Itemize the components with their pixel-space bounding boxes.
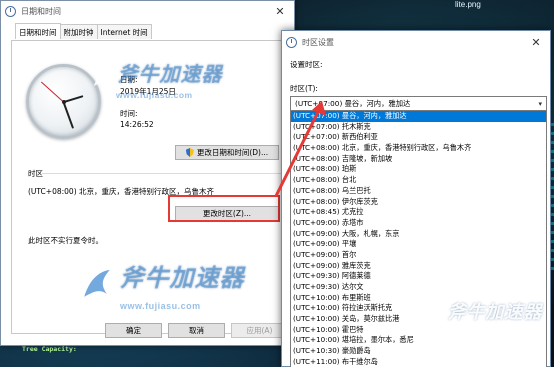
timezone-option[interactable]: (UTC+09:00) 雅库茨克	[291, 261, 546, 272]
uac-shield-icon	[185, 148, 194, 157]
change-datetime-button-label: 更改日期和时间(D)...	[196, 148, 269, 157]
tab-internet-time[interactable]: Internet 时间	[96, 24, 152, 39]
desktop-file-label: lite.png	[455, 0, 481, 9]
clock-icon	[286, 36, 297, 48]
timezone-option[interactable]: (UTC+08:00) 伊尔库茨克	[291, 197, 546, 208]
clock-second-hand	[40, 81, 64, 102]
apply-button[interactable]: 应用(A)	[231, 323, 288, 338]
timezone-field-label: 时区(T):	[290, 84, 318, 93]
timezone-dialog-title: 时区设置	[302, 37, 334, 47]
timezone-option[interactable]: (UTC+07:00) 新西伯利亚	[291, 132, 546, 143]
timezone-option[interactable]: (UTC+10:30) 豪勋爵岛	[291, 346, 546, 357]
change-datetime-button[interactable]: 更改日期和时间(D)...	[175, 145, 279, 160]
chevron-down-icon[interactable]: ▾	[538, 100, 542, 108]
clock-hub	[61, 99, 66, 104]
timezone-option[interactable]: (UTC+10:00) 关岛，莫尔兹比港	[291, 314, 546, 325]
tab-date-time[interactable]: 日期和时间	[15, 23, 61, 39]
close-button[interactable]: ✕	[522, 32, 550, 52]
timezone-section-label: 时区	[28, 169, 43, 178]
timezone-select[interactable]: (UTC+07:00) 曼谷，河内，雅加达 ▾	[290, 96, 547, 111]
timezone-option[interactable]: (UTC+09:00) 大阪，札幌，东京	[291, 229, 546, 240]
timezone-dropdown-list[interactable]: (UTC+07:00) 曼谷，河内，雅加达 (UTC+07:00) 托木斯克 (UT…	[290, 111, 547, 367]
analog-clock	[26, 64, 101, 139]
datetime-tabs: 日期和时间 附加时钟 Internet 时间	[1, 23, 294, 40]
dst-note: 此时区不实行夏令时。	[28, 236, 103, 245]
timezone-option[interactable]: (UTC+08:00) 北京，重庆，香港特别行政区，乌鲁木齐	[291, 143, 546, 154]
timezone-option[interactable]: (UTC+09:30) 达尔文	[291, 282, 546, 293]
timezone-option[interactable]: (UTC+09:00) 首尔	[291, 250, 546, 261]
clock-icon	[5, 5, 16, 17]
desktop-footer-text: Tree Capacity:	[22, 345, 77, 353]
datetime-dialog-title: 日期和时间	[21, 6, 61, 16]
timezone-option[interactable]: (UTC+11:00) 布干维尔岛	[291, 357, 546, 367]
date-label: 日期:	[120, 75, 138, 84]
timezone-option[interactable]: (UTC+08:00) 吉隆坡，新加坡	[291, 154, 546, 165]
timezone-option[interactable]: (UTC+09:00) 赤塔市	[291, 218, 546, 229]
tab-additional-clocks[interactable]: 附加时钟	[59, 24, 98, 39]
datetime-tab-panel: 日期: 2019年1月25日 时间: 14:26:52 更改日期和时间(D)..…	[11, 40, 284, 334]
timezone-option[interactable]: (UTC+08:45) 尤克拉	[291, 207, 546, 218]
time-label: 时间:	[120, 109, 138, 118]
timezone-option[interactable]: (UTC+07:00) 曼谷，河内，雅加达	[291, 111, 546, 122]
time-value: 14:26:52	[120, 120, 154, 129]
ok-button[interactable]: 确定	[105, 323, 162, 338]
timezone-option[interactable]: (UTC+10:00) 霍巴特	[291, 325, 546, 336]
datetime-dialog: 日期和时间 ✕ 日期和时间 附加时钟 Internet 时间 日期: 2019年…	[0, 0, 295, 346]
datetime-titlebar[interactable]: 日期和时间 ✕	[1, 1, 294, 21]
set-timezone-label: 设置时区:	[290, 60, 323, 69]
close-button[interactable]: ✕	[266, 1, 294, 21]
timezone-option[interactable]: (UTC+10:00) 布里斯班	[291, 293, 546, 304]
timezone-option[interactable]: (UTC+08:00) 珀斯	[291, 164, 546, 175]
timezone-option[interactable]: (UTC+10:00) 堪培拉，墨尔本，悉尼	[291, 335, 546, 346]
highlight-box	[168, 195, 280, 222]
timezone-option[interactable]: (UTC+09:30) 阿德莱德	[291, 271, 546, 282]
timezone-option[interactable]: (UTC+07:00) 托木斯克	[291, 122, 546, 133]
clock-minute-hand	[62, 101, 74, 129]
timezone-titlebar[interactable]: 时区设置 ✕	[282, 31, 550, 53]
cancel-button[interactable]: 取消	[168, 323, 225, 338]
date-value: 2019年1月25日	[120, 87, 176, 96]
section-divider	[42, 173, 282, 174]
timezone-option[interactable]: (UTC+08:00) 乌兰巴托	[291, 186, 546, 197]
timezone-option[interactable]: (UTC+10:00) 符拉迪沃斯托克	[291, 303, 546, 314]
timezone-dialog: 时区设置 ✕ 设置时区: 时区(T): (UTC+07:00) 曼谷，河内，雅加…	[281, 30, 551, 367]
clock-hour-hand	[63, 94, 83, 103]
timezone-option[interactable]: (UTC+08:00) 台北	[291, 175, 546, 186]
timezone-select-value: (UTC+07:00) 曼谷，河内，雅加达	[295, 98, 411, 108]
timezone-option[interactable]: (UTC+09:00) 平壤	[291, 239, 546, 250]
